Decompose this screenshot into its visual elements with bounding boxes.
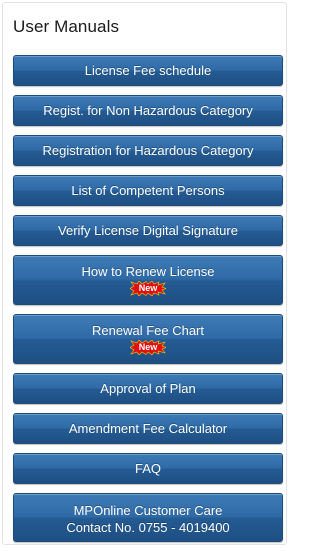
button-label: List of Competent Persons: [71, 183, 225, 198]
button-label: License Fee schedule: [84, 63, 212, 78]
panel-title: User Manuals: [13, 17, 120, 36]
user-manuals-menu: License Fee schedule Regist. for Non Haz…: [13, 55, 283, 551]
user-manuals-panel: User Manuals License Fee schedule Regist…: [2, 2, 287, 545]
regist-non-hazardous-button[interactable]: Regist. for Non Hazardous Category: [13, 95, 283, 126]
verify-digital-signature-button[interactable]: Verify License Digital Signature: [13, 215, 283, 246]
button-label: How to Renew License: [81, 264, 215, 279]
button-label: Amendment Fee Calculator: [68, 421, 228, 436]
new-starburst-icon: New: [130, 340, 166, 355]
renewal-fee-chart-button[interactable]: Renewal Fee Chart New: [13, 314, 283, 364]
customer-care-label: MPOnline Customer Care: [73, 503, 223, 518]
button-label: Renewal Fee Chart: [92, 323, 204, 338]
amendment-fee-calculator-button[interactable]: Amendment Fee Calculator: [13, 413, 283, 444]
license-fee-schedule-button[interactable]: License Fee schedule: [13, 55, 283, 86]
button-label: Registration for Hazardous Category: [42, 143, 254, 158]
button-label: FAQ: [134, 461, 161, 476]
how-to-renew-license-button[interactable]: How to Renew License New: [13, 255, 283, 305]
competent-persons-button[interactable]: List of Competent Persons: [13, 175, 283, 206]
button-label: Verify License Digital Signature: [58, 223, 238, 238]
new-badge-label: New: [138, 283, 158, 293]
registration-hazardous-button[interactable]: Registration for Hazardous Category: [13, 135, 283, 166]
button-label: Approval of Plan: [100, 381, 196, 396]
approval-of-plan-button[interactable]: Approval of Plan: [13, 373, 283, 404]
faq-button[interactable]: FAQ: [13, 453, 283, 484]
customer-care-contact: Contact No. 0755 - 4019400: [66, 520, 230, 535]
new-starburst-icon: New: [130, 281, 166, 296]
new-badge-label: New: [138, 342, 158, 352]
customer-care-button[interactable]: MPOnline Customer Care Contact No. 0755 …: [13, 493, 283, 542]
button-label: Regist. for Non Hazardous Category: [43, 103, 253, 118]
